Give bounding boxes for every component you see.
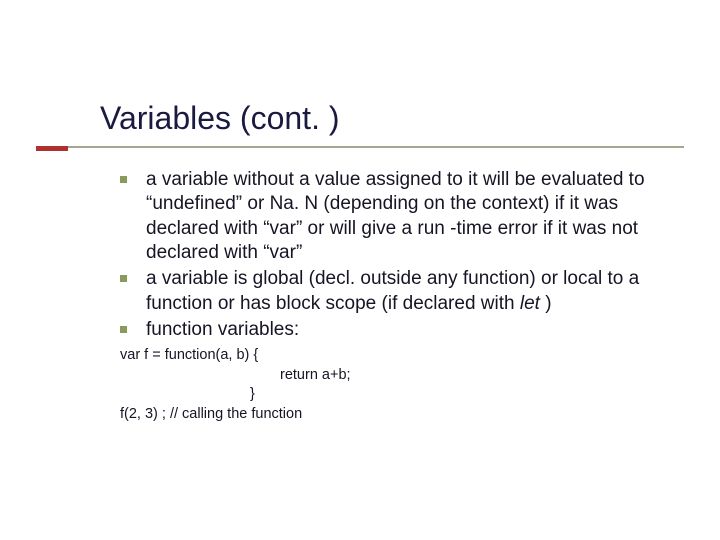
bullet-list: a variable without a value assigned to i…: [120, 168, 670, 342]
code-block: var f = function(a, b) { return a+b; } f…: [120, 346, 670, 424]
slide-title: Variables (cont. ): [100, 100, 340, 137]
code-line: return a+b;: [120, 366, 670, 386]
bullet-text-post: ): [540, 293, 552, 314]
code-line: var f = function(a, b) {: [120, 346, 670, 366]
slide: Variables (cont. ) a variable without a …: [0, 0, 720, 540]
bullet-item: a variable is global (decl. outside any …: [120, 267, 670, 316]
slide-body: a variable without a value assigned to i…: [120, 168, 670, 424]
bullet-text: function variables:: [146, 319, 299, 340]
bullet-text-pre: a variable is global (decl. outside any …: [146, 268, 639, 313]
code-line: f(2, 3) ; // calling the function: [120, 405, 670, 425]
bullet-text-italic: let: [520, 293, 540, 314]
bullet-item: a variable without a value assigned to i…: [120, 168, 670, 265]
bullet-text: a variable without a value assigned to i…: [146, 169, 645, 263]
code-line: }: [120, 385, 670, 405]
title-underline: [36, 146, 684, 148]
bullet-item: function variables:: [120, 318, 670, 342]
